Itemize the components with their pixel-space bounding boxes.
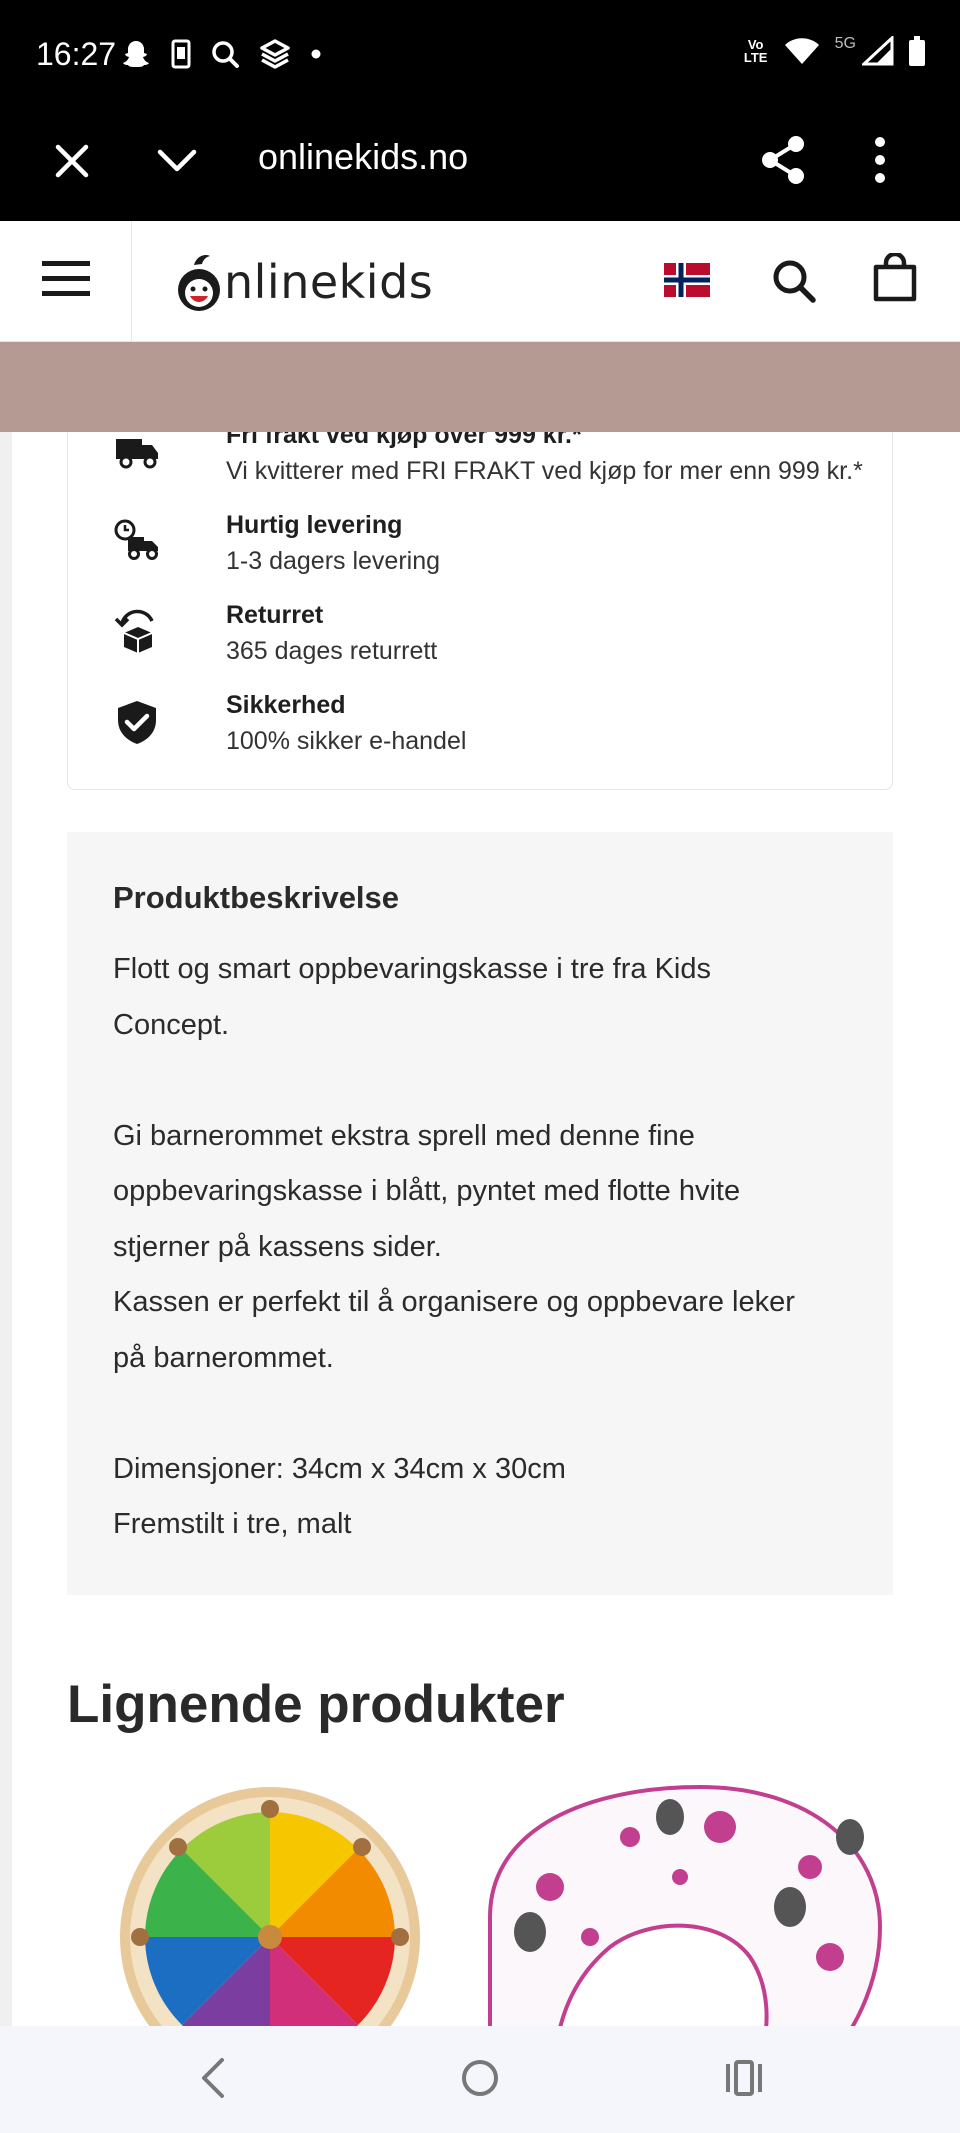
- description-line: oppbevaringskasse i blått, pyntet med fl…: [113, 1175, 741, 1207]
- description-line: Gi barnerommet ekstra sprell med denne f…: [113, 1119, 695, 1152]
- system-nav-bar: [0, 2026, 960, 2133]
- description-line: [113, 1053, 873, 1109]
- description-line: Kassen er perfekt til å organisere og op…: [113, 1286, 795, 1318]
- norway-flag-icon[interactable]: [664, 263, 710, 297]
- stack-icon: [260, 39, 290, 69]
- usp-title: Sikkerhed: [226, 691, 346, 719]
- network-type: 5G: [834, 35, 856, 52]
- site-logo[interactable]: nlinekids: [176, 245, 433, 319]
- back-icon[interactable]: [198, 2056, 228, 2100]
- recents-icon[interactable]: [724, 2058, 764, 2098]
- fast-delivery-icon: [114, 519, 158, 560]
- description-heading: Produktbeskrivelse: [113, 880, 400, 915]
- delivery-truck-icon: [116, 439, 158, 469]
- menu-button[interactable]: [0, 221, 132, 341]
- hamburger-icon: [42, 261, 90, 296]
- 5g-signal-icon: [862, 36, 894, 66]
- close-icon[interactable]: [50, 139, 94, 183]
- page-gutter: [0, 432, 12, 2026]
- usp-desc: Vi kvitterer med FRI FRAKT ved kjøp for …: [226, 457, 863, 485]
- snapchat-icon: [123, 41, 149, 67]
- volte-icon: Vo LTE: [743, 37, 768, 65]
- system-status-icons: Vo LTE 5G: [743, 35, 926, 66]
- alphabet-wheel-image[interactable]: [110, 1767, 430, 2026]
- site-header: nlinekids: [0, 221, 960, 342]
- home-icon[interactable]: [460, 2058, 500, 2098]
- shopping-bag-icon[interactable]: [872, 253, 918, 303]
- description-line: Concept.: [113, 1008, 230, 1041]
- description-line: Dimensjoner: 34cm x 34cm x 30cm: [113, 1452, 566, 1485]
- shield-check-icon: [118, 701, 156, 744]
- description-line: Fremstilt i tre, malt: [113, 1508, 352, 1540]
- description-line: på barnerommet.: [113, 1341, 334, 1374]
- search-app-icon: [212, 41, 239, 68]
- sim-icon: [171, 39, 191, 69]
- product-description: Produktbeskrivelse Flott og smart oppbev…: [67, 832, 893, 1595]
- description-line: Flott og smart oppbevaringskasse i tre f…: [113, 953, 711, 985]
- similar-products-title: Lignende produkter: [67, 1675, 565, 1734]
- status-bar: 16:27 Vo LTE 5G: [0, 0, 960, 106]
- more-vert-icon[interactable]: [870, 134, 890, 186]
- notification-icons: [120, 38, 322, 70]
- share-icon[interactable]: [758, 134, 808, 186]
- search-icon[interactable]: [770, 257, 818, 305]
- wifi-icon: [784, 38, 819, 64]
- dot-icon: [311, 49, 321, 59]
- return-box-icon: [114, 609, 154, 653]
- url-text[interactable]: onlinekids.no: [258, 136, 468, 178]
- usp-desc: 100% sikker e-handel: [226, 727, 467, 755]
- logo-text: nlinekids: [224, 255, 434, 309]
- chevron-down-icon[interactable]: [155, 139, 199, 183]
- browser-toolbar: onlinekids.no: [0, 106, 960, 221]
- nursing-pillow-image[interactable]: [470, 1767, 890, 2026]
- description-line: stjerner på kassens sider.: [113, 1230, 442, 1263]
- usp-title: Returret: [226, 601, 324, 629]
- usp-title: Hurtig levering: [226, 511, 403, 539]
- description-text: Flott og smart oppbevaringskasse i tre f…: [113, 942, 873, 1553]
- usp-desc: 1-3 dagers levering: [226, 547, 441, 575]
- logo-face-icon: [178, 255, 220, 311]
- usp-desc: 365 dages returrett: [226, 637, 438, 665]
- battery-icon: [909, 36, 925, 66]
- status-time: 16:27: [36, 36, 117, 72]
- usp-title: Fri frakt ved kjøp over 999 kr.*: [226, 432, 582, 449]
- usp-card: Fri frakt ved kjøp over 999 kr.* Vi kvit…: [67, 432, 893, 790]
- page-content[interactable]: Fri frakt ved kjøp over 999 kr.* Vi kvit…: [0, 432, 960, 2026]
- promo-banner: [0, 342, 960, 432]
- description-line: [113, 1386, 873, 1442]
